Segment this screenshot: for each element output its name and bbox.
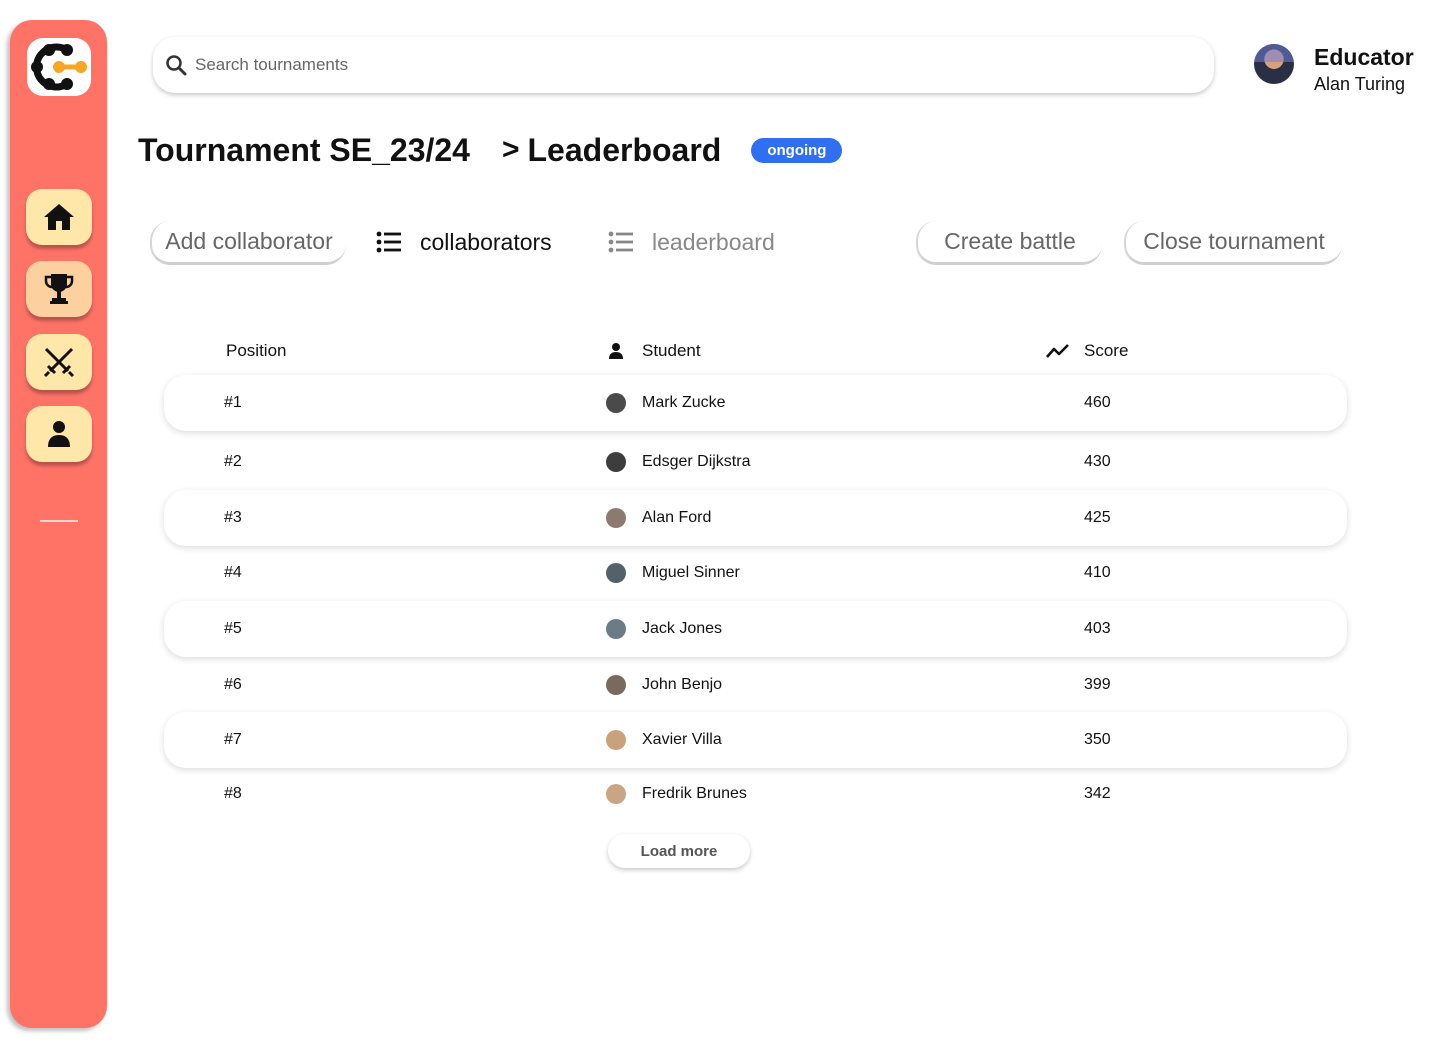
search-input[interactable] bbox=[195, 55, 1095, 75]
crossed-swords-icon bbox=[43, 347, 75, 378]
table-row[interactable]: #6 John Benjo 399 bbox=[164, 657, 1347, 713]
column-header-score: Score bbox=[1046, 341, 1128, 361]
row-score: 399 bbox=[1084, 676, 1111, 693]
tab-collaborators-label: collaborators bbox=[420, 228, 552, 255]
column-header-student-label: Student bbox=[642, 341, 701, 360]
page-title: Tournament SE_23/24 bbox=[138, 131, 470, 168]
student-avatar bbox=[606, 730, 626, 750]
row-score: 350 bbox=[1084, 731, 1111, 748]
row-score: 410 bbox=[1084, 564, 1111, 581]
breadcrumb-separator: > bbox=[501, 133, 520, 166]
column-header-student: Student bbox=[608, 341, 701, 361]
table-row[interactable]: #4 Miguel Sinner 410 bbox=[164, 545, 1347, 601]
tab-collaborators[interactable]: collaborators bbox=[376, 222, 552, 262]
row-position: #3 bbox=[224, 509, 242, 526]
close-tournament-button[interactable]: Close tournament bbox=[1124, 221, 1342, 265]
load-more-button[interactable]: Load more bbox=[608, 834, 750, 868]
home-icon bbox=[44, 204, 74, 230]
row-score: 342 bbox=[1084, 785, 1111, 802]
app-logo[interactable] bbox=[27, 38, 91, 96]
row-position: #1 bbox=[224, 394, 242, 411]
table-row[interactable]: #2 Edsger Dijkstra 430 bbox=[164, 434, 1347, 490]
user-icon bbox=[48, 421, 70, 447]
student-name: Xavier Villa bbox=[642, 731, 722, 748]
trophy-icon bbox=[44, 274, 74, 304]
row-score: 403 bbox=[1084, 620, 1111, 637]
tab-leaderboard[interactable]: leaderboard bbox=[608, 222, 775, 262]
table-row[interactable]: #7 Xavier Villa 350 bbox=[164, 712, 1347, 768]
row-score: 460 bbox=[1084, 394, 1111, 411]
create-battle-button[interactable]: Create battle bbox=[916, 221, 1102, 265]
row-score: 430 bbox=[1084, 453, 1111, 470]
row-position: #5 bbox=[224, 620, 242, 637]
column-header-position: Position bbox=[226, 341, 286, 361]
row-position: #2 bbox=[224, 453, 242, 470]
nav-home-button[interactable] bbox=[26, 189, 92, 245]
trend-line-icon bbox=[1046, 344, 1069, 358]
column-header-position-label: Position bbox=[226, 341, 287, 360]
sidebar-divider bbox=[40, 520, 78, 522]
student-name: Jack Jones bbox=[642, 620, 723, 637]
student-name: John Benjo bbox=[642, 676, 723, 693]
person-icon bbox=[609, 343, 623, 359]
student-name: Mark Zucke bbox=[642, 394, 726, 411]
student-avatar bbox=[606, 784, 626, 804]
row-position: #8 bbox=[224, 785, 242, 802]
user-avatar[interactable] bbox=[1254, 44, 1294, 84]
student-avatar bbox=[606, 508, 626, 528]
user-name: Alan Turing bbox=[1314, 74, 1406, 94]
list-icon bbox=[608, 231, 633, 253]
student-avatar bbox=[606, 452, 626, 472]
student-name: Alan Ford bbox=[642, 509, 712, 526]
nav-battles-button[interactable] bbox=[26, 334, 92, 390]
student-avatar bbox=[606, 675, 626, 695]
row-position: #7 bbox=[224, 731, 242, 748]
student-avatar bbox=[606, 563, 626, 583]
table-row[interactable]: #5 Jack Jones 403 bbox=[164, 601, 1347, 657]
nav-profile-button[interactable] bbox=[26, 406, 92, 462]
row-score: 425 bbox=[1084, 509, 1111, 526]
page-subtitle: Leaderboard bbox=[527, 131, 722, 168]
table-row[interactable]: #1 Mark Zucke 460 bbox=[164, 375, 1347, 431]
nav-tournaments-button[interactable] bbox=[26, 261, 92, 317]
row-position: #6 bbox=[224, 676, 242, 693]
student-name: Fredrik Brunes bbox=[642, 785, 747, 802]
logo-icon bbox=[31, 43, 87, 91]
tab-leaderboard-label: leaderboard bbox=[652, 228, 775, 255]
row-position: #4 bbox=[224, 564, 242, 581]
list-icon bbox=[376, 231, 401, 253]
add-collaborator-button[interactable]: Add collaborator bbox=[150, 221, 346, 265]
student-avatar bbox=[606, 393, 626, 413]
sidebar bbox=[10, 20, 107, 1028]
student-name: Miguel Sinner bbox=[642, 564, 740, 581]
table-row[interactable]: #3 Alan Ford 425 bbox=[164, 490, 1347, 546]
page-title-row: Tournament SE_23/24 > Leaderboard ongoin… bbox=[138, 128, 843, 172]
column-header-score-label: Score bbox=[1084, 341, 1129, 360]
user-role: Educator bbox=[1314, 44, 1414, 70]
student-avatar bbox=[606, 619, 626, 639]
status-badge: ongoing bbox=[751, 137, 843, 163]
search-bar[interactable] bbox=[153, 37, 1214, 93]
table-row[interactable]: #8 Fredrik Brunes 342 bbox=[164, 766, 1347, 822]
search-icon bbox=[166, 55, 187, 76]
student-name: Edsger Dijkstra bbox=[642, 453, 751, 470]
